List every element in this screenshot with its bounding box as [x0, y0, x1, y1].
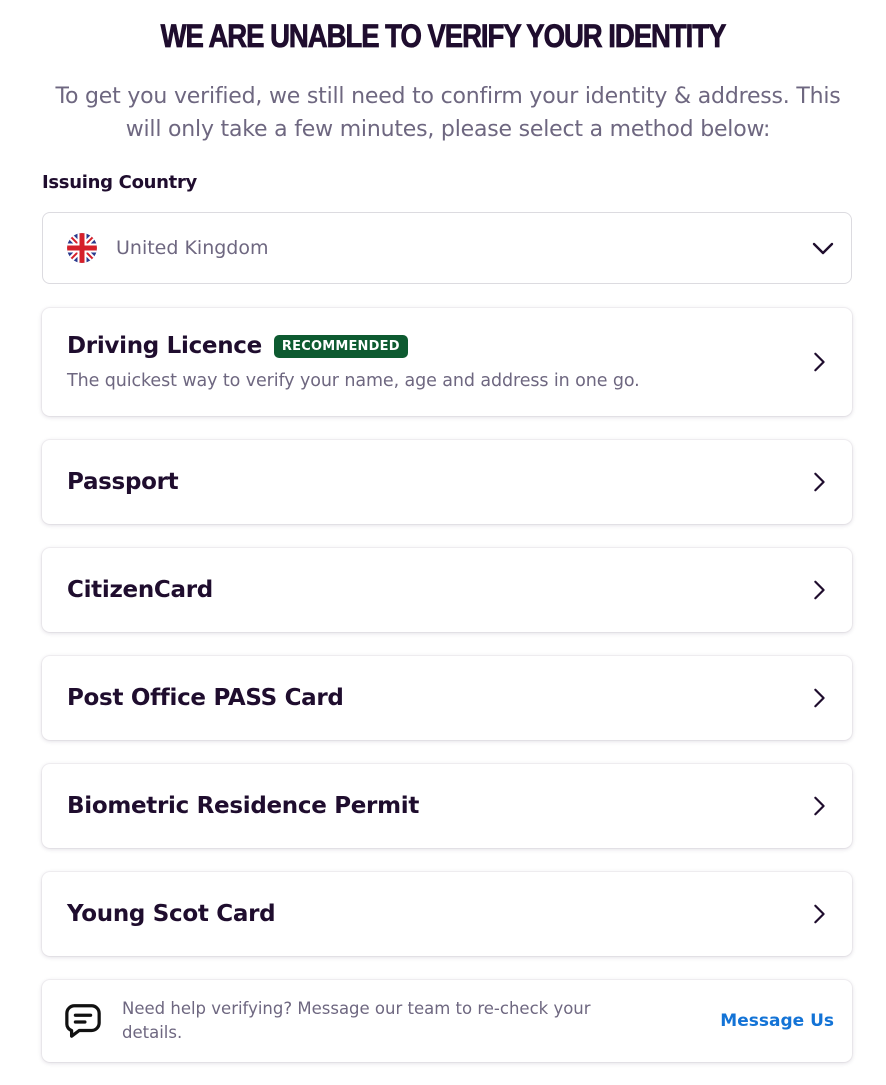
method-title: CitizenCard: [67, 577, 213, 603]
method-option-post-office-pass-card[interactable]: Post Office PASS Card: [42, 656, 852, 740]
page-title: WE ARE UNABLE TO VERIFY YOUR IDENTITY: [160, 18, 726, 55]
chat-bubble-icon: [65, 1004, 101, 1038]
method-option-citizencard[interactable]: CitizenCard: [42, 548, 852, 632]
method-title: Driving Licence: [67, 333, 262, 359]
page-subtitle: To get you verified, we still need to co…: [55, 84, 841, 142]
method-option-passport[interactable]: Passport: [42, 440, 852, 524]
country-select-value: United Kingdom: [116, 237, 269, 259]
help-box: Need help verifying? Message our team to…: [42, 980, 852, 1062]
verification-page: WE ARE UNABLE TO VERIFY YOUR IDENTITY To…: [0, 0, 886, 1085]
issuing-country-label: Issuing Country: [42, 172, 197, 193]
chevron-down-icon: [812, 242, 834, 255]
method-option-biometric-residence-permit[interactable]: Biometric Residence Permit: [42, 764, 852, 848]
method-option-young-scot-card[interactable]: Young Scot Card: [42, 872, 852, 956]
chevron-right-icon: [814, 796, 825, 816]
method-description: The quickest way to verify your name, ag…: [67, 371, 640, 391]
chevron-right-icon: [814, 352, 825, 372]
method-title: Post Office PASS Card: [67, 685, 344, 711]
chevron-right-icon: [814, 904, 825, 924]
issuing-country-select[interactable]: United Kingdom: [42, 212, 852, 284]
chevron-right-icon: [814, 688, 825, 708]
chevron-right-icon: [814, 472, 825, 492]
recommended-badge: RECOMMENDED: [273, 334, 408, 358]
method-title: Young Scot Card: [67, 901, 276, 927]
chevron-right-icon: [814, 580, 825, 600]
help-text: Need help verifying? Message our team to…: [122, 999, 591, 1042]
method-title: Passport: [67, 469, 179, 495]
uk-flag-icon: [67, 233, 97, 263]
method-title: Biometric Residence Permit: [67, 793, 420, 819]
message-us-link[interactable]: Message Us: [720, 1011, 834, 1031]
method-option-driving-licence[interactable]: Driving Licence RECOMMENDED The quickest…: [42, 308, 852, 416]
